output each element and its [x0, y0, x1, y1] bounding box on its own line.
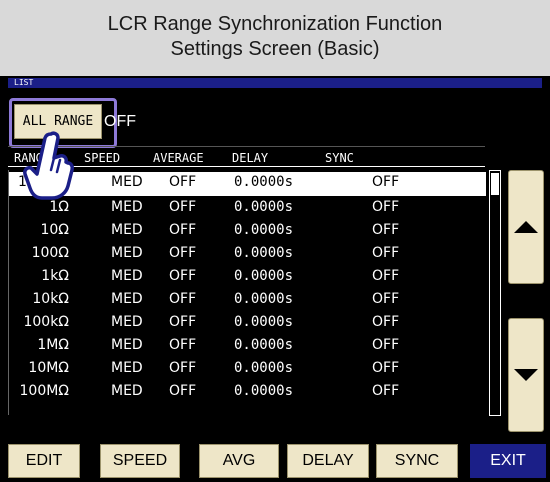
sync-cell: OFF — [372, 268, 400, 284]
table-row[interactable]: 100kΩ MED OFF 0.0000s OFF — [9, 312, 486, 334]
delay-cell: 0.0000s — [234, 360, 294, 376]
table-row[interactable]: 10MΩ MED OFF 0.0000s OFF — [9, 358, 486, 380]
average-cell: OFF — [169, 199, 197, 215]
delay-cell: 0.0000s — [234, 199, 294, 215]
average-cell: OFF — [169, 245, 197, 261]
speed-cell: MED — [111, 383, 143, 399]
delay-cell: 0.0000s — [234, 222, 294, 238]
triangle-down-icon — [514, 369, 538, 381]
sync-cell: OFF — [372, 360, 400, 376]
table-row[interactable]: 1Ω MED OFF 0.0000s OFF — [9, 197, 486, 219]
average-cell: OFF — [169, 291, 197, 307]
screen-top-bar: LIST — [8, 78, 542, 88]
speed-cell: MED — [111, 222, 143, 238]
title-line-2: Settings Screen (Basic) — [170, 38, 380, 60]
average-cell: OFF — [169, 337, 197, 353]
header-divider — [8, 166, 485, 167]
average-cell: OFF — [169, 174, 197, 190]
range-cell: 100Ω — [31, 245, 69, 261]
average-cell: OFF — [169, 314, 197, 330]
speed-cell: MED — [111, 337, 143, 353]
table-row[interactable]: 10Ω MED OFF 0.0000s OFF — [9, 220, 486, 242]
column-header-sync: SYNC — [325, 151, 354, 165]
delay-cell: 0.0000s — [234, 314, 294, 330]
delay-cell: 0.0000s — [234, 174, 294, 190]
table-row[interactable]: 1MΩ MED OFF 0.0000s OFF — [9, 335, 486, 357]
speed-button[interactable]: SPEED — [100, 444, 180, 478]
range-cell: 1MΩ — [37, 337, 69, 353]
scroll-down-button[interactable] — [508, 318, 544, 432]
range-list: 100mΩ MED OFF 0.0000s OFF 1Ω MED OFF 0.0… — [8, 170, 487, 415]
column-header-speed: SPEED — [84, 151, 121, 165]
header-top-divider — [8, 146, 485, 147]
range-cell: 10kΩ — [32, 291, 69, 307]
screen-mode-label: LIST — [14, 78, 34, 87]
sync-cell: OFF — [372, 174, 400, 190]
speed-cell: MED — [111, 360, 143, 376]
speed-cell: MED — [111, 268, 143, 284]
average-cell: OFF — [169, 222, 197, 238]
speed-cell: MED — [111, 291, 143, 307]
delay-cell: 0.0000s — [234, 268, 294, 284]
triangle-up-icon — [514, 221, 538, 233]
average-cell: OFF — [169, 360, 197, 376]
sync-cell: OFF — [372, 291, 400, 307]
range-cell: 10Ω — [40, 222, 69, 238]
range-cell: 100MΩ — [19, 383, 70, 399]
sync-cell: OFF — [372, 199, 400, 215]
sync-cell: OFF — [372, 222, 400, 238]
speed-cell: MED — [111, 314, 143, 330]
table-row[interactable]: 1kΩ MED OFF 0.0000s OFF — [9, 266, 486, 288]
column-header-average: AVERAGE — [153, 151, 204, 165]
table-row[interactable]: 100MΩ MED OFF 0.0000s OFF — [9, 381, 486, 403]
average-cell: OFF — [169, 268, 197, 284]
speed-cell: MED — [111, 245, 143, 261]
sync-cell: OFF — [372, 337, 400, 353]
column-header-delay: DELAY — [232, 151, 269, 165]
scroll-up-button[interactable] — [508, 170, 544, 284]
table-row[interactable]: 100Ω MED OFF 0.0000s OFF — [9, 243, 486, 265]
page-title: LCR Range Synchronization Function Setti… — [0, 0, 550, 76]
sync-cell: OFF — [372, 314, 400, 330]
edit-button[interactable]: EDIT — [8, 444, 80, 478]
all-range-value: OFF — [104, 113, 136, 130]
average-cell: OFF — [169, 383, 197, 399]
speed-cell: MED — [111, 199, 143, 215]
table-row[interactable]: 10kΩ MED OFF 0.0000s OFF — [9, 289, 486, 311]
list-scrollbar[interactable] — [489, 170, 501, 416]
speed-cell: MED — [111, 174, 143, 190]
delay-cell: 0.0000s — [234, 291, 294, 307]
table-row[interactable]: 100mΩ MED OFF 0.0000s OFF — [9, 172, 486, 196]
pointing-hand-icon — [23, 131, 74, 200]
screenshot: LCR Range Synchronization Function Setti… — [0, 0, 550, 482]
sync-button[interactable]: SYNC — [376, 444, 458, 478]
range-cell: 1kΩ — [41, 268, 69, 284]
delay-cell: 0.0000s — [234, 245, 294, 261]
delay-button[interactable]: DELAY — [287, 444, 369, 478]
avg-button[interactable]: AVG — [199, 444, 279, 478]
range-cell: 10MΩ — [28, 360, 69, 376]
exit-button[interactable]: EXIT — [470, 444, 546, 478]
sync-cell: OFF — [372, 245, 400, 261]
scrollbar-thumb[interactable] — [491, 173, 499, 195]
range-cell: 100kΩ — [23, 314, 69, 330]
delay-cell: 0.0000s — [234, 337, 294, 353]
delay-cell: 0.0000s — [234, 383, 294, 399]
sync-cell: OFF — [372, 383, 400, 399]
title-line-1: LCR Range Synchronization Function — [107, 13, 443, 35]
